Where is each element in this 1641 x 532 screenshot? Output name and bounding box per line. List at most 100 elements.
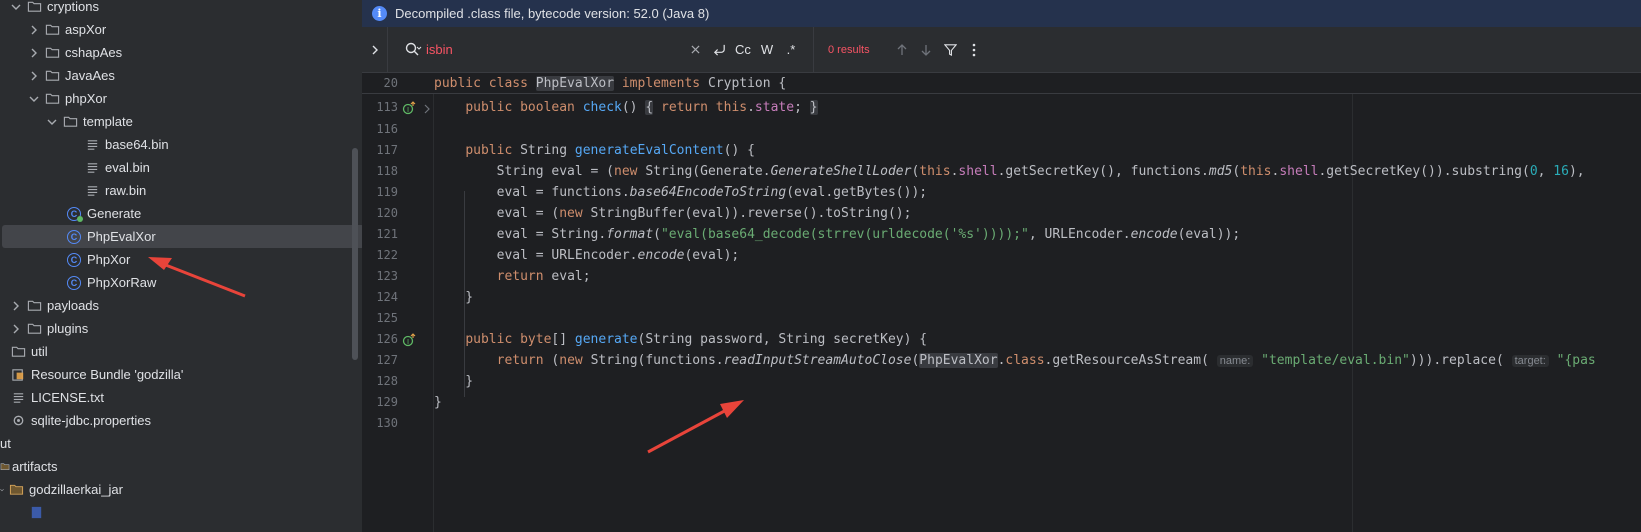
folder-icon [26, 321, 42, 337]
tree-item-plugins[interactable]: plugins [0, 317, 362, 340]
tree-item-generate[interactable]: C Generate [0, 202, 362, 225]
tree-item-artifacts[interactable]: artifacts [0, 455, 362, 478]
code-line: eval = URLEncoder.encode(eval); [434, 248, 740, 263]
more-options-button[interactable] [962, 38, 986, 62]
search-results-count: 0 results [828, 43, 870, 56]
whole-words-button[interactable]: W [755, 38, 779, 62]
new-line-button[interactable] [707, 38, 731, 62]
chevron-down-icon[interactable] [0, 484, 4, 496]
line-number: 128 [376, 374, 398, 388]
line-number: 121 [376, 227, 398, 241]
tree-item-label: aspXor [65, 22, 107, 37]
fold-chevron-icon[interactable] [422, 103, 432, 114]
chevron-right-icon[interactable] [28, 70, 40, 82]
tree-item-label: Resource Bundle 'godzilla' [31, 367, 184, 382]
search-icon[interactable] [404, 41, 422, 59]
code-line: public boolean check() { return this.sta… [465, 100, 818, 115]
tree-item-label: ut [0, 436, 11, 451]
folder-icon [26, 298, 42, 314]
tree-item-label: PhpXorRaw [87, 275, 157, 290]
tree-item-payloads[interactable]: payloads [0, 294, 362, 317]
clear-search-button[interactable] [683, 38, 707, 62]
tree-item-phpxor-class[interactable]: C PhpXor [0, 248, 362, 271]
tree-item-label: payloads [47, 298, 100, 313]
tree-item-label: artifacts [12, 459, 58, 474]
tree-item-base64-bin[interactable]: base64.bin [0, 133, 362, 156]
tree-item-label: LICENSE.txt [31, 390, 104, 405]
sticky-header[interactable]: 20 public class PhpEvalXor implements Cr… [362, 73, 1641, 94]
tree-item-godzillaerkai-jar[interactable]: godzillaerkai_jar [0, 478, 362, 501]
tree-item-label: util [31, 344, 48, 359]
tree-item-eval-bin[interactable]: eval.bin [0, 156, 362, 179]
tree-item-phpxorraw[interactable]: C PhpXorRaw [0, 271, 362, 294]
tree-item-cryptions[interactable]: cryptions [0, 0, 362, 18]
close-icon [690, 45, 700, 54]
override-icon[interactable]: I [402, 101, 416, 115]
tree-item-cshapaes[interactable]: cshapAes [0, 41, 362, 64]
line-number: 113 [376, 100, 398, 114]
code-area[interactable]: 20 public class PhpEvalXor implements Cr… [362, 73, 1641, 532]
line-number: 118 [376, 164, 398, 178]
tree-item-resource-bundle[interactable]: Resource Bundle 'godzilla' [0, 363, 362, 386]
chevron-down-icon[interactable] [46, 116, 58, 128]
line-number: 124 [376, 290, 398, 304]
tree-item-phpxor[interactable]: phpXor [0, 87, 362, 110]
tree-item-partial [0, 501, 362, 524]
override-icon[interactable]: I [402, 333, 416, 347]
search-input[interactable]: isbin [426, 42, 683, 57]
code-line: } [434, 290, 474, 305]
properties-file-icon [10, 413, 26, 429]
previous-occurrence-button[interactable] [890, 38, 914, 62]
code-line: eval = String.format("eval(base64_decode… [434, 227, 1241, 242]
code-line: eval = (new StringBuffer(eval)).reverse(… [434, 206, 912, 221]
folder-icon [44, 91, 60, 107]
line-number: 117 [376, 143, 398, 157]
line-number: 130 [376, 416, 398, 430]
code-line: String eval = (new String(Generate.Gener… [434, 164, 1585, 179]
folder-icon [8, 482, 24, 498]
tree-scrollbar[interactable] [352, 148, 358, 360]
find-bar: isbin Cc W .* 0 results [362, 26, 1641, 73]
folder-icon [44, 45, 60, 61]
tree-item-phpevalxor[interactable]: C PhpEvalXor [2, 225, 362, 248]
tree-item-label: eval.bin [105, 160, 150, 175]
tree-item-javaaes[interactable]: JavaAes [0, 64, 362, 87]
tree-item-label: JavaAes [65, 68, 115, 83]
match-case-button[interactable]: Cc [731, 38, 755, 62]
tree-item-out[interactable]: ut [0, 432, 362, 455]
tree-item-label: plugins [47, 321, 89, 336]
info-icon: i [372, 6, 387, 21]
regex-button[interactable]: .* [779, 38, 803, 62]
tree-item-label: cryptions [47, 0, 100, 14]
expand-replace-button[interactable] [362, 27, 388, 72]
chevron-down-icon[interactable] [10, 1, 22, 13]
line-number: 120 [376, 206, 398, 220]
tree-item-sqlite-properties[interactable]: sqlite-jdbc.properties [0, 409, 362, 432]
tree-item-label: PhpXor [87, 252, 131, 267]
chevron-right-icon[interactable] [28, 24, 40, 36]
class-icon: C [66, 229, 82, 245]
tree-item-aspxor[interactable]: aspXor [0, 18, 362, 41]
next-occurrence-button[interactable] [914, 38, 938, 62]
line-number: 125 [376, 311, 398, 325]
tree-item-label: Generate [87, 206, 142, 221]
chevron-down-icon[interactable] [28, 93, 40, 105]
tree-item-template[interactable]: template [0, 110, 362, 133]
line-number: 127 [376, 353, 398, 367]
banner-text: Decompiled .class file, bytecode version… [395, 6, 710, 21]
tree-item-raw-bin[interactable]: raw.bin [0, 179, 362, 202]
class-icon: C [66, 275, 82, 291]
filter-icon [943, 44, 957, 56]
code-line: } [434, 395, 442, 410]
tree-item-label: PhpEvalXor [87, 229, 156, 244]
tree-item-util[interactable]: util [0, 340, 362, 363]
chevron-right-icon[interactable] [28, 47, 40, 59]
folder-icon [26, 0, 42, 15]
filter-button[interactable] [938, 38, 962, 62]
resource-bundle-icon [10, 367, 26, 383]
tree-item-license[interactable]: LICENSE.txt [0, 386, 362, 409]
chevron-right-icon[interactable] [10, 300, 22, 312]
chevron-right-icon[interactable] [10, 323, 22, 335]
chevron-right-icon [372, 45, 378, 54]
runnable-class-icon: C [66, 206, 83, 222]
